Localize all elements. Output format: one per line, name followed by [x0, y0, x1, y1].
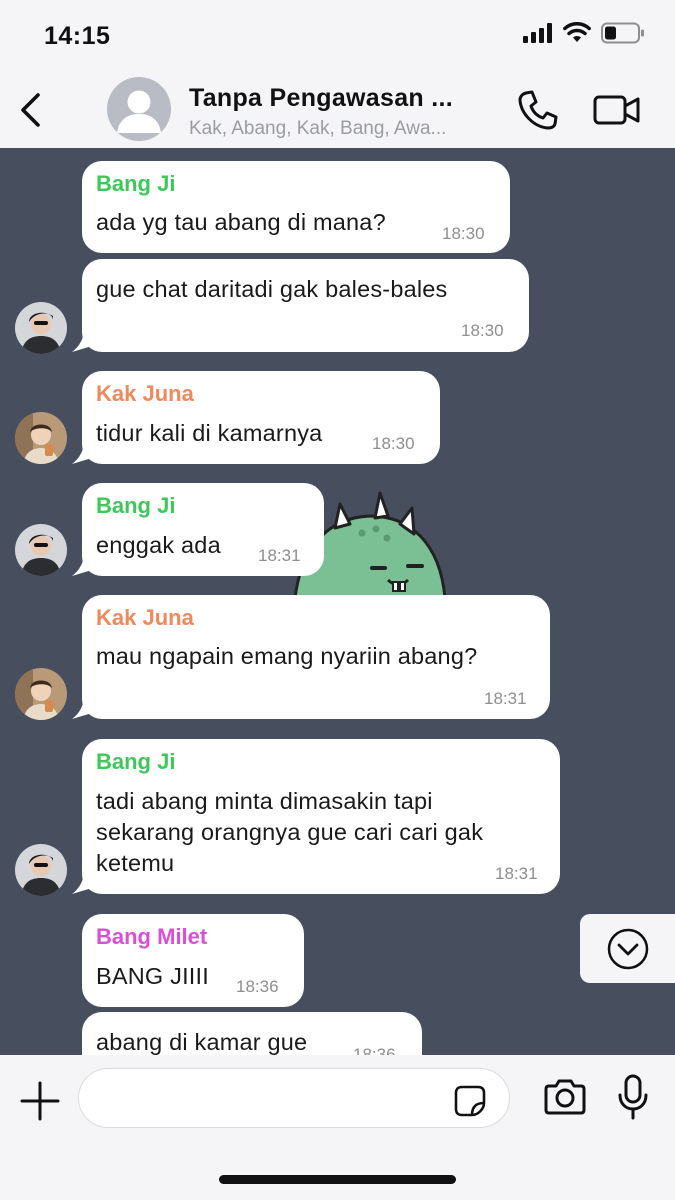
call-button[interactable]: [516, 88, 560, 132]
message-time: 18:31: [484, 689, 527, 708]
avatar-bang-ji[interactable]: [15, 844, 67, 896]
message-time: 18:36: [353, 1045, 396, 1055]
message-text: tidur kali di kamarnya: [96, 420, 323, 446]
signal-icon: [523, 23, 552, 43]
chat-members[interactable]: Kak, Abang, Kak, Bang, Awa...: [189, 118, 501, 140]
sender-name: Bang Ji: [96, 749, 176, 774]
message-bubble[interactable]: Bang Milet BANG JIIII 18:36: [82, 914, 304, 1007]
user-photo-icon: [15, 302, 67, 354]
message-text: BANG JIIII: [96, 963, 209, 989]
sender-name: Kak Juna: [96, 605, 194, 630]
bubble-tail: [72, 552, 92, 576]
battery-icon: [601, 22, 644, 44]
home-indicator[interactable]: [219, 1175, 456, 1184]
message-time: 18:31: [495, 864, 538, 883]
bubble-tail: [72, 328, 92, 352]
message-time: 18:36: [236, 977, 279, 996]
video-call-button[interactable]: [592, 90, 642, 130]
sender-name: Bang Ji: [96, 171, 176, 196]
message-text: abang di kamar gue: [96, 1029, 308, 1055]
avatar-kak-juna[interactable]: [15, 668, 67, 720]
avatar-bang-ji[interactable]: [15, 524, 67, 576]
message-bubble[interactable]: Bang Ji tadi abang minta dimasakin tapi …: [82, 739, 560, 894]
message-time: 18:30: [461, 321, 504, 340]
camera-icon: [544, 1079, 586, 1115]
bubble-tail: [72, 695, 92, 719]
composer-bar: [0, 1055, 675, 1200]
message-text: enggak ada: [96, 532, 221, 558]
microphone-button[interactable]: [615, 1073, 651, 1121]
back-button[interactable]: [12, 86, 48, 134]
attach-button[interactable]: [18, 1079, 62, 1123]
user-photo-icon: [15, 524, 67, 576]
message-bubble[interactable]: Kak Juna mau ngapain emang nyariin abang…: [82, 595, 550, 719]
user-photo-icon: [15, 844, 67, 896]
video-camera-icon: [593, 95, 640, 125]
user-photo-icon: [15, 668, 67, 720]
phone-icon: [518, 90, 558, 130]
person-placeholder-icon: [117, 90, 161, 133]
sender-name: Bang Milet: [96, 924, 208, 949]
message-time: 18:31: [258, 546, 301, 565]
message-text-line: tadi abang minta dimasakin tapi: [96, 788, 433, 814]
message-time: 18:30: [372, 434, 415, 453]
message-text: mau ngapain emang nyariin abang?: [96, 643, 478, 669]
message-text: gue chat daritadi gak bales-bales: [96, 276, 448, 302]
message-text-line: sekarang orangnya gue cari cari gak: [96, 819, 484, 845]
sticker-button[interactable]: [452, 1083, 488, 1119]
bubble-tail: [72, 870, 92, 894]
message-bubble[interactable]: Bang Ji ada yg tau abang di mana? 18:30: [82, 161, 510, 253]
message-bubble[interactable]: Kak Juna tidur kali di kamarnya 18:30: [82, 371, 440, 464]
status-bar: 14:15: [0, 0, 675, 72]
scroll-to-bottom-button[interactable]: [580, 914, 675, 983]
message-input[interactable]: [99, 1079, 459, 1117]
sticker-icon: [454, 1085, 486, 1117]
status-time: 14:15: [44, 22, 111, 50]
message-input-wrapper: [78, 1068, 510, 1128]
avatar-bang-ji[interactable]: [15, 302, 67, 354]
message-bubble[interactable]: abang di kamar gue 18:36: [82, 1012, 422, 1055]
plus-icon: [20, 1081, 60, 1121]
status-icons: [523, 22, 645, 44]
message-bubble[interactable]: Bang Ji enggak ada 18:31: [82, 483, 324, 576]
chat-screen: 14:15 Tanpa Pengawasan ... Kak, Abang, K…: [0, 0, 675, 1200]
microphone-icon: [618, 1074, 648, 1120]
message-time: 18:30: [442, 224, 485, 243]
camera-button[interactable]: [542, 1077, 588, 1117]
chevron-down-circle-icon: [607, 928, 648, 969]
sender-name: Bang Ji: [96, 493, 176, 518]
chevron-left-icon: [21, 93, 40, 127]
message-list[interactable]: Bang Ji ada yg tau abang di mana? 18:30 …: [0, 148, 675, 1055]
sender-name: Kak Juna: [96, 381, 194, 406]
chat-title[interactable]: Tanpa Pengawasan ...: [189, 84, 489, 113]
message-text: ada yg tau abang di mana?: [96, 209, 386, 235]
message-text-line: ketemu: [96, 850, 175, 876]
wifi-icon: [563, 22, 591, 42]
chat-header: Tanpa Pengawasan ... Kak, Abang, Kak, Ba…: [0, 72, 675, 148]
group-avatar[interactable]: [107, 77, 171, 141]
user-photo-icon: [15, 412, 67, 464]
message-bubble[interactable]: gue chat daritadi gak bales-bales 18:30: [82, 259, 529, 352]
bubble-tail: [72, 440, 92, 464]
avatar-kak-juna[interactable]: [15, 412, 67, 464]
